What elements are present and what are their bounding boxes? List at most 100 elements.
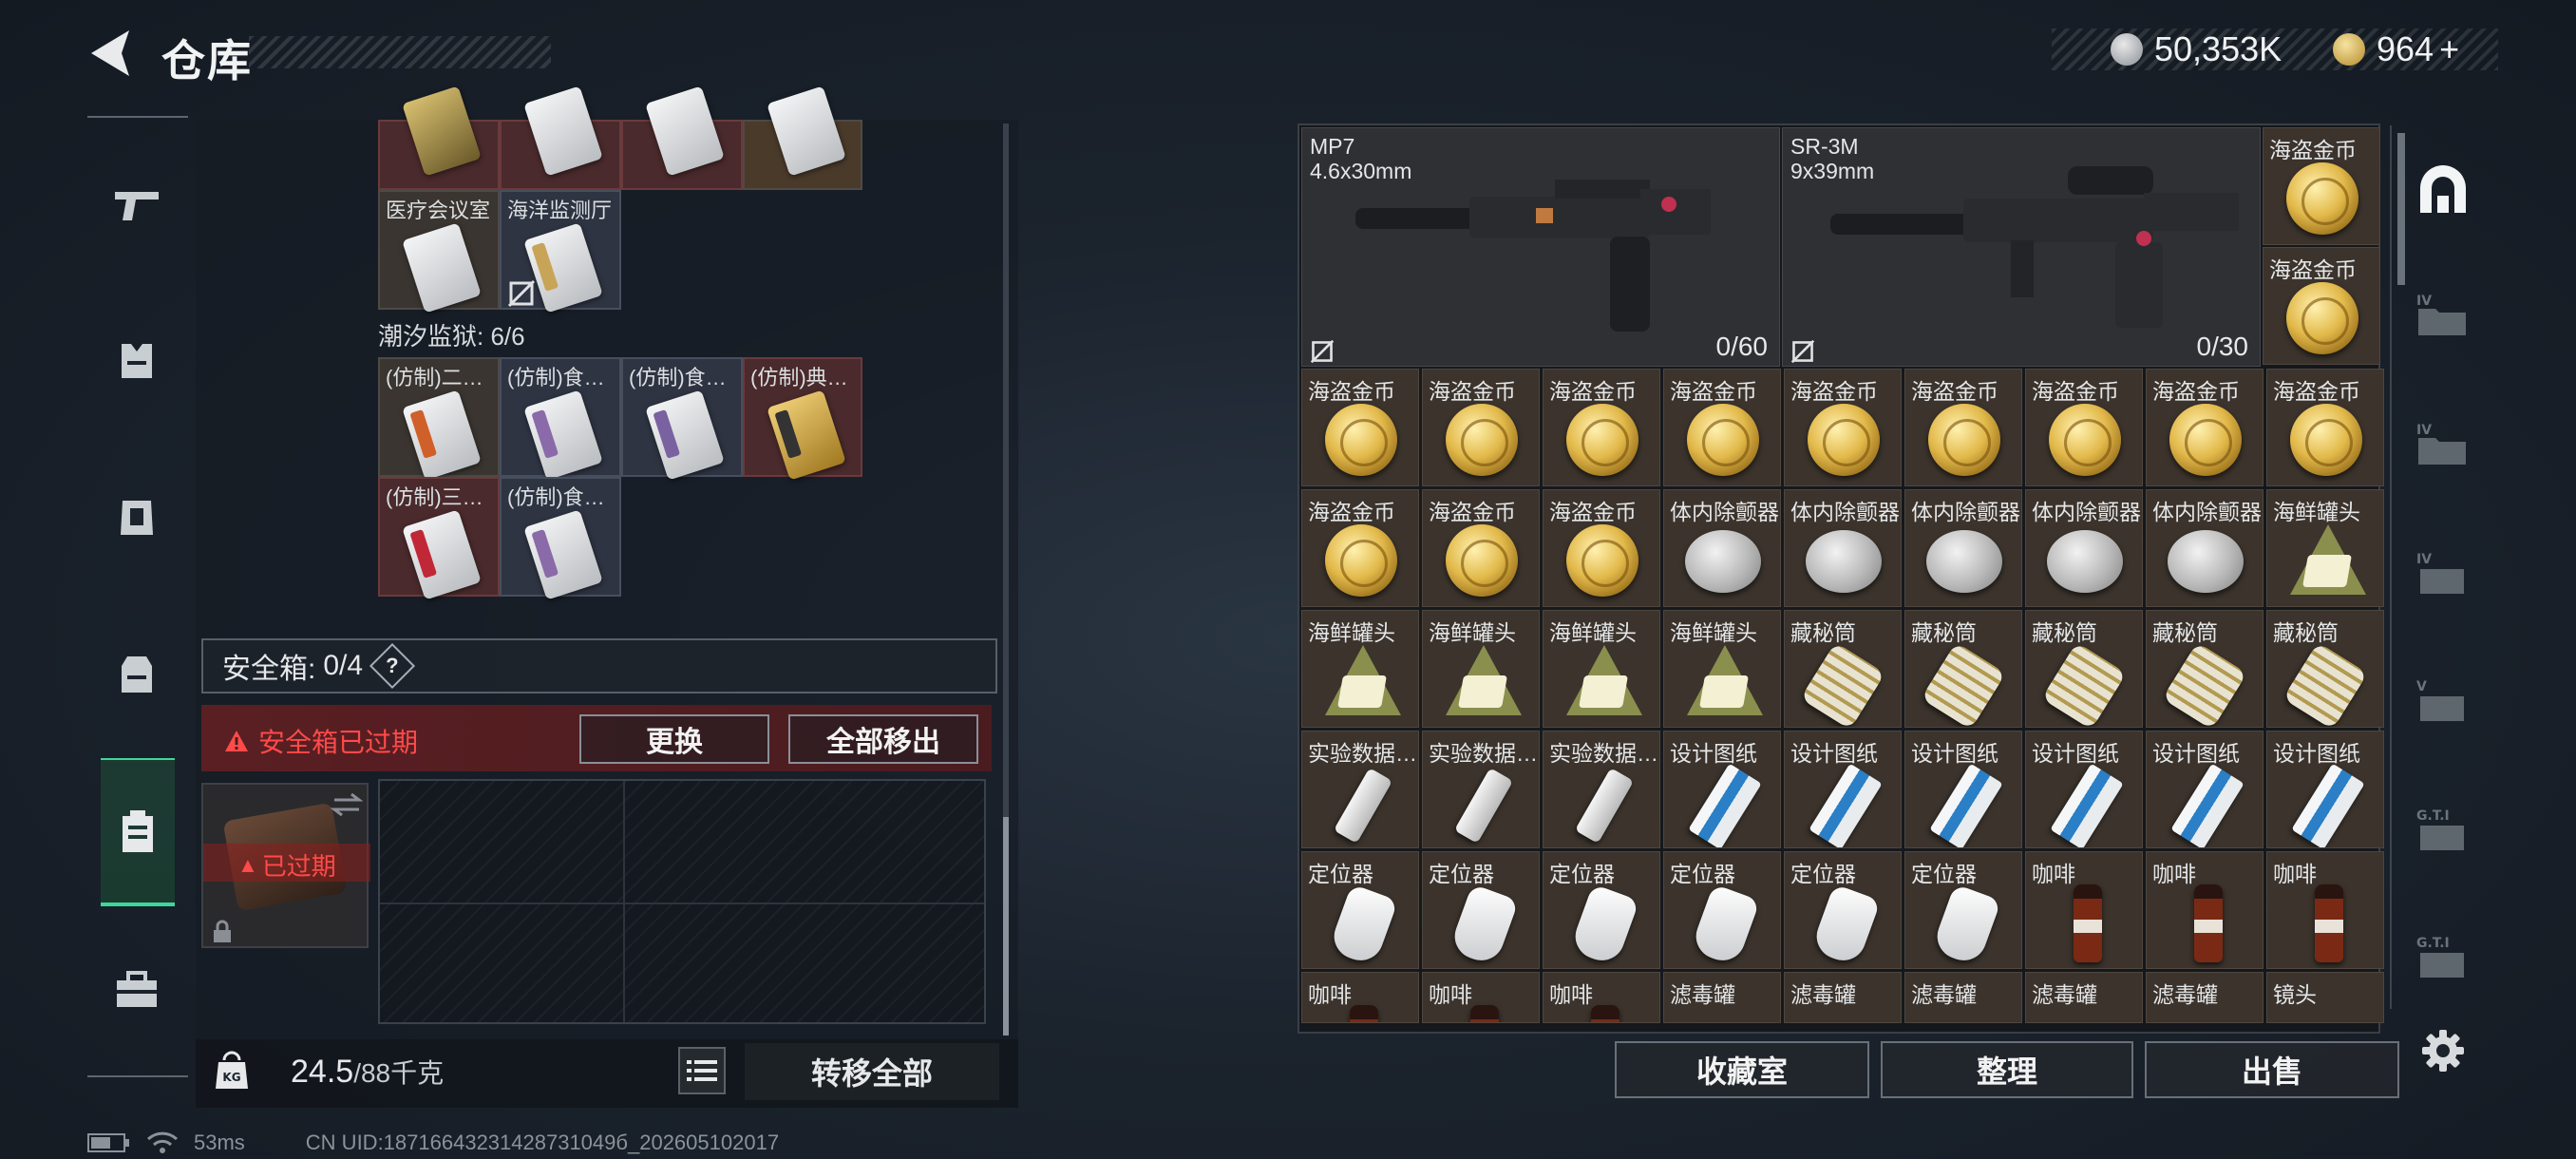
item-slot[interactable]: 滤毒罐: [2146, 972, 2263, 1023]
item-slot[interactable]: 海盗金币: [2025, 369, 2143, 486]
item-slot[interactable]: 设计图纸: [2266, 731, 2384, 848]
item-slot[interactable]: 体内除颤器: [1904, 489, 2022, 607]
item-slot[interactable]: 滤毒罐: [1663, 972, 1781, 1023]
item-slot[interactable]: 实验数据…: [1301, 731, 1419, 848]
item-slot[interactable]: 海鲜罐头: [1301, 610, 1419, 728]
item-slot[interactable]: 定位器: [1543, 851, 1660, 969]
item-slot[interactable]: 藏秘筒: [2266, 610, 2384, 728]
item-slot[interactable]: 海盗金币: [1663, 369, 1781, 486]
item-slot[interactable]: 海盗金币: [1543, 489, 1660, 607]
nav-chest-rig[interactable]: [93, 473, 180, 560]
item-slot[interactable]: 藏秘筒: [1784, 610, 1902, 728]
nav-toolbox[interactable]: [93, 946, 180, 1034]
nav-safe-box[interactable]: [101, 758, 175, 906]
weapon-slot[interactable]: MP7 4.6x30mm 0/60: [1301, 127, 1780, 367]
keycard-slot[interactable]: (仿制)典…: [743, 357, 862, 481]
item-slot[interactable]: 咖啡: [2146, 851, 2263, 969]
safe-box-item[interactable]: ▲ 已过期: [201, 783, 370, 948]
item-slot[interactable]: 咖啡: [1301, 972, 1419, 1023]
item-slot[interactable]: 咖啡: [2266, 851, 2384, 969]
left-scroll-thumb[interactable]: [1003, 817, 1009, 1036]
keycard-slot[interactable]: 海洋监测厅: [500, 190, 621, 314]
sidebar-item-gti-1[interactable]: G.T.I: [2413, 800, 2473, 861]
keycard-slot[interactable]: (仿制)三…: [378, 477, 500, 600]
item-slot[interactable]: 海盗金币: [2263, 247, 2380, 365]
right-scroll-thumb[interactable]: [2397, 133, 2405, 285]
keycard-slot[interactable]: [378, 86, 500, 190]
item-slot[interactable]: 体内除颤器: [2146, 489, 2263, 607]
sort-button[interactable]: 整理: [1881, 1041, 2133, 1098]
item-slot[interactable]: 设计图纸: [1663, 731, 1781, 848]
coin-currency[interactable]: 50,353K: [2111, 28, 2282, 70]
item-slot[interactable]: 海盗金币: [2266, 369, 2384, 486]
item-slot[interactable]: 海鲜罐头: [1422, 610, 1540, 728]
collection-button[interactable]: 收藏室: [1615, 1041, 1869, 1098]
item-slot[interactable]: 滤毒罐: [2025, 972, 2143, 1023]
item-slot[interactable]: 海盗金币: [1784, 369, 1902, 486]
sidebar-item-iv-1[interactable]: IV: [2413, 285, 2473, 346]
keycard-slot[interactable]: [500, 86, 621, 190]
item-slot[interactable]: 镜头: [2266, 972, 2384, 1023]
item-slot[interactable]: 定位器: [1301, 851, 1419, 969]
keycard-slot[interactable]: (仿制)食…: [500, 357, 621, 481]
keycard-slot[interactable]: (仿制)食…: [621, 357, 743, 481]
item-slot[interactable]: 藏秘筒: [2025, 610, 2143, 728]
move-all-out-button[interactable]: 全部移出: [788, 714, 978, 764]
item-slot[interactable]: 实验数据…: [1422, 731, 1540, 848]
item-slot[interactable]: 设计图纸: [1904, 731, 2022, 848]
add-premium-icon[interactable]: +: [2439, 29, 2459, 69]
item-slot[interactable]: 咖啡: [1422, 972, 1540, 1023]
item-slot[interactable]: 体内除颤器: [1663, 489, 1781, 607]
back-button[interactable]: [87, 27, 137, 80]
nav-armor[interactable]: [93, 317, 180, 405]
sidebar-item-iv-2[interactable]: IV: [2413, 414, 2473, 475]
keycard-slot[interactable]: (仿制)食…: [500, 477, 621, 600]
transfer-all-button[interactable]: 转移全部: [745, 1043, 999, 1100]
item-slot[interactable]: 海盗金币: [1543, 369, 1660, 486]
swap-icon[interactable]: [331, 790, 363, 819]
item-slot[interactable]: 海鲜罐头: [1663, 610, 1781, 728]
sidebar-item-v[interactable]: V: [2413, 671, 2473, 732]
item-slot[interactable]: 海盗金币: [1422, 369, 1540, 486]
sidebar-item-main-stash[interactable]: [2413, 160, 2473, 220]
item-slot[interactable]: 咖啡: [2025, 851, 2143, 969]
item-slot[interactable]: 海盗金币: [1301, 369, 1419, 486]
sidebar-item-iv-3[interactable]: IV: [2413, 543, 2473, 604]
item-slot[interactable]: 滤毒罐: [1784, 972, 1902, 1023]
weapon-slot[interactable]: SR-3M 9x39mm 0/30: [1782, 127, 2261, 367]
item-slot[interactable]: 海盗金币: [1422, 489, 1540, 607]
replace-button[interactable]: 更换: [579, 714, 769, 764]
item-slot[interactable]: 设计图纸: [2025, 731, 2143, 848]
keycard-slot[interactable]: 医疗会议室: [378, 190, 500, 314]
nav-backpack[interactable]: [93, 631, 180, 718]
item-slot[interactable]: 体内除颤器: [2025, 489, 2143, 607]
premium-currency[interactable]: 964 +: [2333, 28, 2459, 70]
item-slot[interactable]: 藏秘筒: [1904, 610, 2022, 728]
nav-weapons[interactable]: [93, 160, 180, 247]
item-slot[interactable]: 海盗金币: [1301, 489, 1419, 607]
item-slot[interactable]: 体内除颤器: [1784, 489, 1902, 607]
item-slot[interactable]: 定位器: [1663, 851, 1781, 969]
keycard-slot[interactable]: (仿制)二…: [378, 357, 500, 481]
settings-button[interactable]: [2413, 1020, 2473, 1081]
help-icon[interactable]: ?: [369, 642, 416, 690]
item-slot[interactable]: 滤毒罐: [1904, 972, 2022, 1023]
item-slot[interactable]: 实验数据…: [1543, 731, 1660, 848]
item-slot[interactable]: 海盗金币: [2263, 127, 2380, 245]
item-slot[interactable]: 设计图纸: [1784, 731, 1902, 848]
item-slot[interactable]: 定位器: [1904, 851, 2022, 969]
item-slot[interactable]: 定位器: [1422, 851, 1540, 969]
item-slot[interactable]: 设计图纸: [2146, 731, 2263, 848]
item-slot[interactable]: 海盗金币: [1904, 369, 2022, 486]
sell-button[interactable]: 出售: [2145, 1041, 2399, 1098]
item-slot[interactable]: 定位器: [1784, 851, 1902, 969]
item-slot[interactable]: 海鲜罐头: [2266, 489, 2384, 607]
item-slot[interactable]: 海盗金币: [2146, 369, 2263, 486]
item-slot[interactable]: 海鲜罐头: [1543, 610, 1660, 728]
safe-box-grid[interactable]: [378, 779, 986, 1024]
sidebar-item-gti-2[interactable]: G.T.I: [2413, 927, 2473, 988]
list-view-button[interactable]: [678, 1047, 726, 1094]
keycard-slot[interactable]: [743, 86, 862, 190]
item-slot[interactable]: 咖啡: [1543, 972, 1660, 1023]
keycard-slot[interactable]: [621, 86, 743, 190]
